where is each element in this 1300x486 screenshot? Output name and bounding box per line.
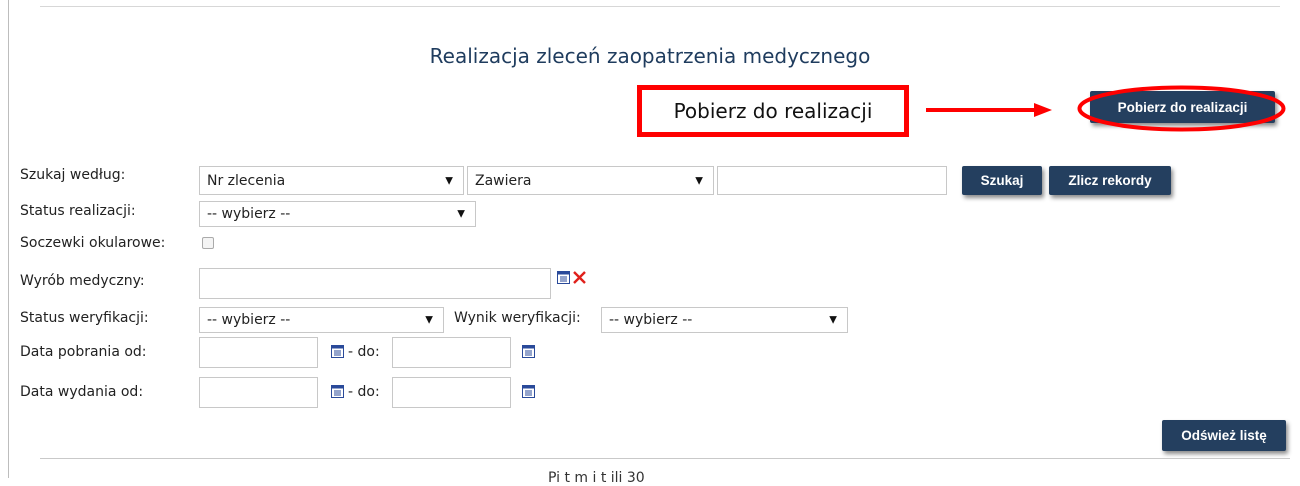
search-operator-select[interactable]: Zawiera ▼ bbox=[467, 166, 714, 195]
wyrob-label: Wyrób medyczny: bbox=[20, 273, 145, 289]
data-wydania-from-input[interactable] bbox=[199, 377, 318, 408]
results-summary-text: Pi t m i t ili 30 bbox=[548, 470, 645, 486]
search-text-input[interactable] bbox=[717, 166, 947, 195]
page-frame-border bbox=[8, 0, 9, 478]
wynik-weryfikacji-label: Wynik weryfikacji: bbox=[454, 310, 581, 326]
data-wydania-label: Data wydania od: bbox=[20, 384, 144, 400]
calendar-icon[interactable] bbox=[522, 345, 535, 358]
status-realizacji-label: Status realizacji: bbox=[20, 203, 136, 219]
date-to-label: - do: bbox=[348, 344, 380, 360]
calendar-icon[interactable] bbox=[522, 385, 535, 398]
list-picker-icon[interactable] bbox=[557, 271, 570, 284]
data-pobrania-label: Data pobrania od: bbox=[20, 344, 147, 360]
count-records-button[interactable]: Zlicz rekordy bbox=[1049, 166, 1171, 195]
annotation-highlight-ellipse bbox=[1077, 85, 1286, 132]
search-field-select[interactable]: Nr zlecenia ▼ bbox=[199, 166, 464, 195]
annotation-callout: Pobierz do realizacji bbox=[637, 85, 909, 137]
annotation-arrow-icon bbox=[926, 103, 1052, 117]
calendar-icon[interactable] bbox=[331, 385, 344, 398]
search-by-label: Szukaj według: bbox=[20, 167, 126, 183]
dropdown-arrow-icon: ▼ bbox=[445, 175, 453, 186]
dropdown-arrow-icon: ▼ bbox=[829, 314, 837, 326]
top-divider bbox=[40, 6, 1280, 7]
status-weryfikacji-value: -- wybierz -- bbox=[207, 312, 291, 328]
dropdown-arrow-icon: ▼ bbox=[695, 175, 703, 186]
search-button[interactable]: Szukaj bbox=[962, 166, 1042, 195]
annotation-callout-text: Pobierz do realizacji bbox=[673, 99, 873, 123]
status-realizacji-value: -- wybierz -- bbox=[207, 206, 291, 222]
refresh-list-button[interactable]: Odśwież listę bbox=[1162, 420, 1286, 451]
status-weryfikacji-select[interactable]: -- wybierz -- ▼ bbox=[199, 307, 444, 333]
data-pobrania-from-input[interactable] bbox=[199, 337, 318, 368]
calendar-icon[interactable] bbox=[331, 345, 344, 358]
search-field-value: Nr zlecenia bbox=[207, 172, 286, 189]
data-wydania-to-input[interactable] bbox=[392, 377, 511, 408]
soczewki-label: Soczewki okularowe: bbox=[20, 235, 166, 251]
date-to-label: - do: bbox=[348, 384, 380, 400]
search-operator-value: Zawiera bbox=[475, 172, 532, 189]
status-realizacji-select[interactable]: -- wybierz -- ▼ bbox=[199, 201, 476, 227]
soczewki-checkbox[interactable] bbox=[202, 237, 214, 249]
data-pobrania-to-input[interactable] bbox=[392, 337, 511, 368]
wynik-weryfikacji-value: -- wybierz -- bbox=[609, 312, 693, 328]
status-weryfikacji-label: Status weryfikacji: bbox=[20, 310, 149, 326]
clear-icon[interactable] bbox=[573, 271, 586, 284]
page-title: Realizacja zleceń zaopatrzenia medyczneg… bbox=[429, 44, 871, 68]
dropdown-arrow-icon: ▼ bbox=[457, 208, 465, 220]
bottom-divider bbox=[40, 458, 1290, 459]
dropdown-arrow-icon: ▼ bbox=[425, 314, 433, 326]
wynik-weryfikacji-select[interactable]: -- wybierz -- ▼ bbox=[601, 307, 848, 333]
wyrob-input[interactable] bbox=[199, 268, 551, 299]
